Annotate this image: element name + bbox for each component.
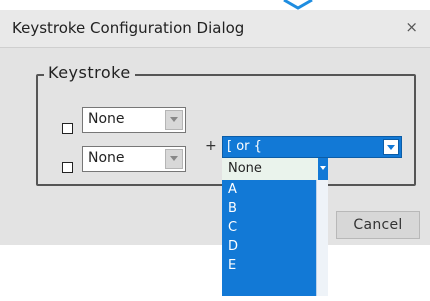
keystroke-group-legend: Keystroke	[44, 63, 135, 82]
dropdown-option-a[interactable]: A	[222, 180, 316, 199]
arrow-icon	[283, 0, 313, 10]
modifier-select-2[interactable]: None	[82, 146, 186, 172]
chevron-down-icon[interactable]	[383, 139, 399, 155]
chevron-down-icon[interactable]	[165, 110, 183, 130]
modifier-select-1-value: None	[88, 111, 125, 127]
cancel-button[interactable]: Cancel	[336, 211, 420, 239]
key-dropdown-list: None A B C D E	[222, 158, 328, 296]
dropdown-option-b[interactable]: B	[222, 199, 316, 218]
title-bar: Keystroke Configuration Dialog ×	[0, 10, 430, 48]
plus-sign: +	[205, 138, 217, 154]
key-select[interactable]: [ or {	[222, 136, 402, 158]
modifier-checkbox-1[interactable]	[62, 123, 73, 134]
modifier-select-1[interactable]: None	[82, 107, 186, 133]
dropdown-option-d[interactable]: D	[222, 237, 316, 256]
close-icon[interactable]: ×	[405, 18, 418, 36]
chevron-down-icon[interactable]	[165, 149, 183, 169]
dropdown-option-e[interactable]: E	[222, 256, 316, 275]
dropdown-scrollbar[interactable]	[316, 180, 328, 296]
dropdown-option-c[interactable]: C	[222, 218, 316, 237]
modifier-select-2-value: None	[88, 150, 125, 166]
modifier-checkbox-2[interactable]	[62, 162, 73, 173]
dialog-title: Keystroke Configuration Dialog	[12, 19, 245, 37]
key-select-value: [ or {	[227, 139, 262, 154]
keystroke-dialog: Keystroke Configuration Dialog × Keystro…	[0, 10, 430, 245]
dropdown-option-none[interactable]: None	[222, 158, 318, 180]
chevron-down-icon	[320, 166, 326, 170]
